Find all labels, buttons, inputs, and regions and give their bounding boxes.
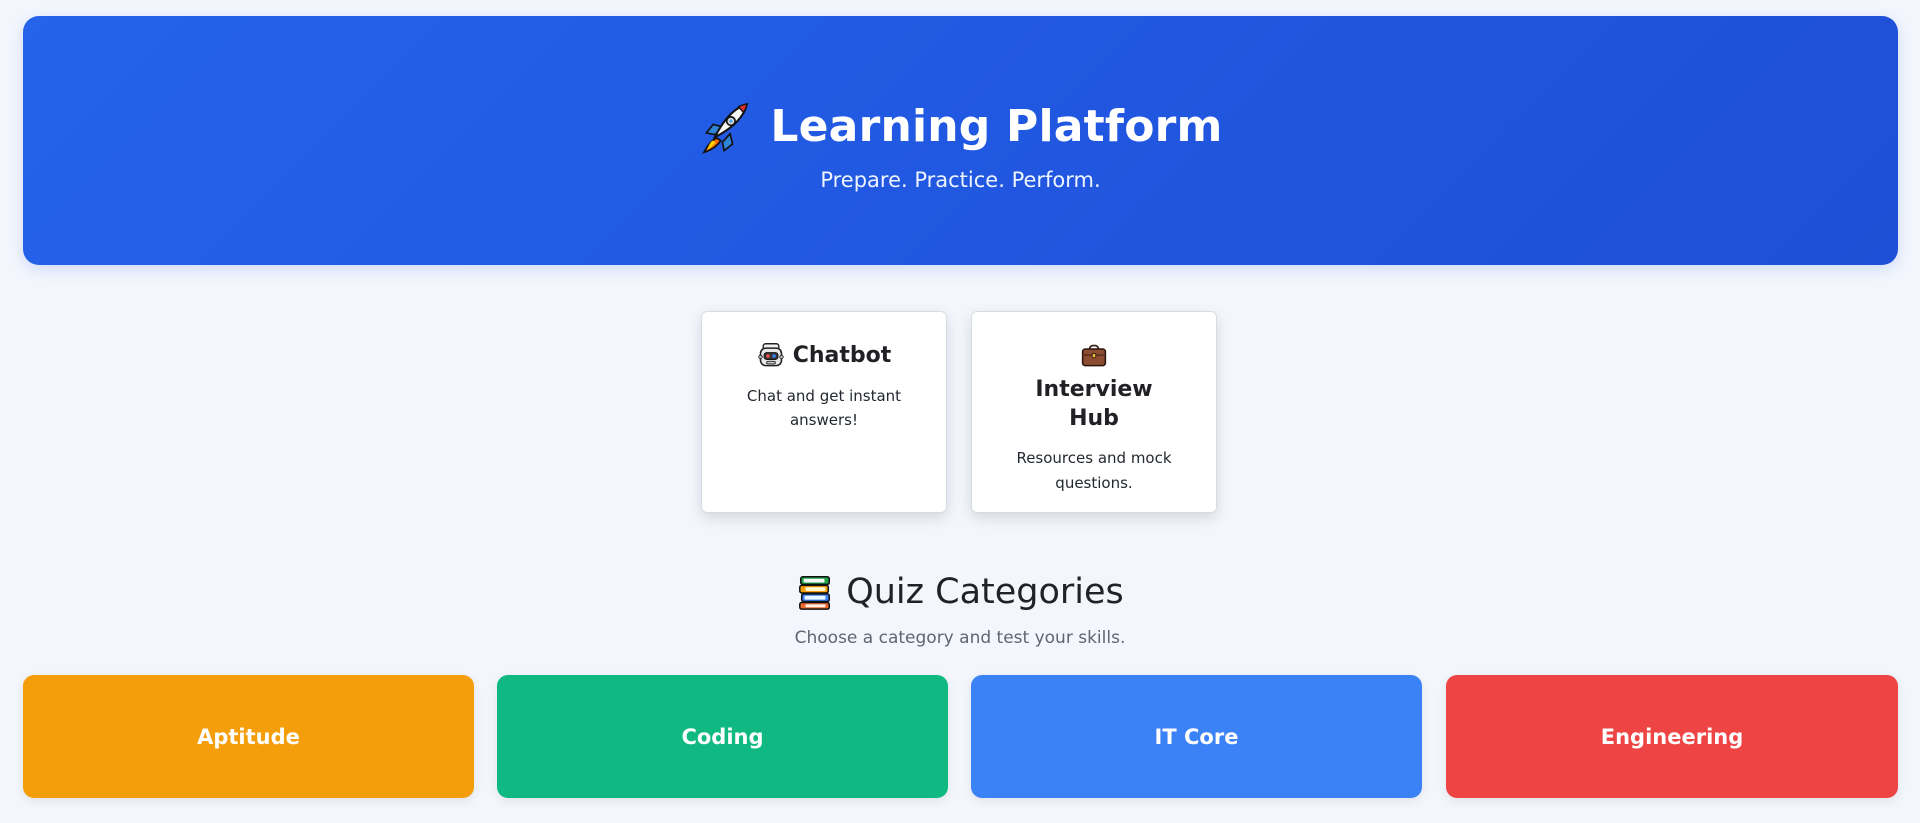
category-coding-button[interactable]: Coding <box>497 675 948 798</box>
quiz-categories-title: Quiz Categories <box>846 571 1124 612</box>
category-it-core-button[interactable]: IT Core <box>971 675 1422 798</box>
category-engineering-label: Engineering <box>1600 724 1744 749</box>
interview-hub-description: Resources and mock questions. <box>1016 449 1172 492</box>
interview-hub-card[interactable]: Interview Hub Resources and mock questio… <box>971 311 1217 513</box>
chatbot-card[interactable]: Chatbot Chat and get instant answers! <box>701 311 947 513</box>
category-it-core-label: IT Core <box>1154 724 1239 749</box>
hero-title: Learning Platform <box>23 100 1898 154</box>
quiz-categories-subtitle: Choose a category and test your skills. <box>794 628 1126 648</box>
category-coding-label: Coding <box>681 724 764 749</box>
category-engineering-button[interactable]: Engineering <box>1446 675 1898 798</box>
chatbot-description: Chat and get instant answers! <box>746 386 902 430</box>
category-aptitude-label: Aptitude <box>197 724 300 749</box>
chatbot-title: Chatbot <box>720 342 928 371</box>
robot-icon <box>757 342 785 370</box>
interview-hub-title: Interview Hub <box>1014 342 1174 433</box>
hero-banner: Learning Platform Prepare. Practice. Per… <box>23 16 1898 265</box>
category-aptitude-button[interactable]: Aptitude <box>23 675 474 798</box>
chatbot-title-text: Chatbot <box>792 343 892 368</box>
hero-subtitle: Prepare. Practice. Perform. <box>820 168 1101 192</box>
books-icon <box>796 573 834 611</box>
interview-hub-title-text: Interview Hub <box>1035 377 1153 431</box>
quiz-categories-heading: Quiz Categories <box>0 573 1920 611</box>
rocket-icon <box>698 100 752 154</box>
hero-title-text: Learning Platform <box>770 101 1223 152</box>
briefcase-icon <box>1080 342 1108 370</box>
